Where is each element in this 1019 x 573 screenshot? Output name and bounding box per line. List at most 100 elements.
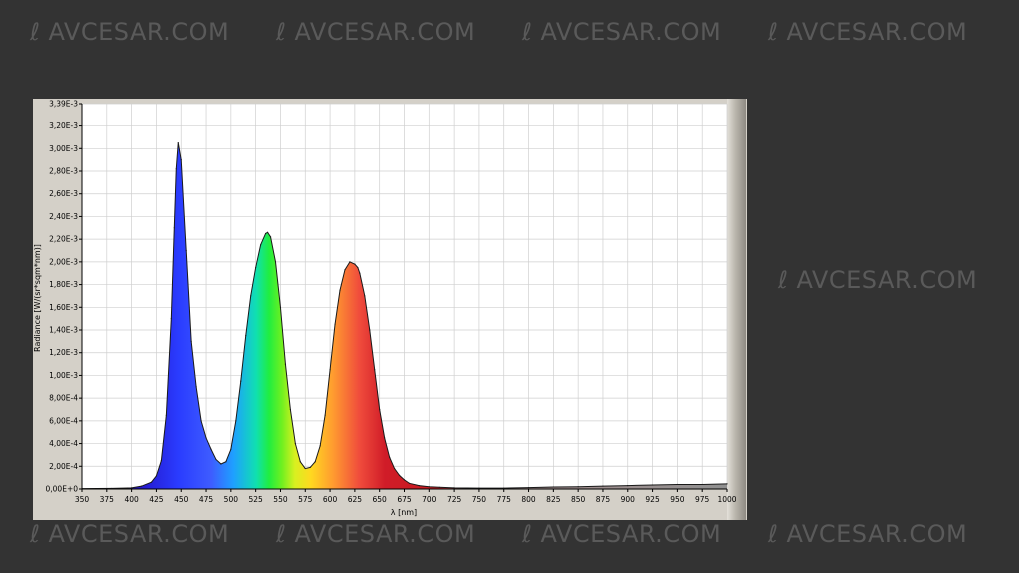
spectrum-point bbox=[379, 408, 381, 411]
spectrum-point bbox=[284, 363, 287, 365]
spectrum-point bbox=[240, 380, 242, 382]
x-tick-label: 750 bbox=[472, 495, 487, 504]
spectrum-point bbox=[180, 159, 182, 161]
spectrum-point bbox=[205, 437, 207, 439]
y-tick-label: 4,00E-4 bbox=[49, 439, 78, 448]
spectrum-point bbox=[299, 461, 301, 463]
spectrum-point bbox=[260, 244, 262, 246]
spectrum-point bbox=[384, 437, 386, 439]
spectrum-point bbox=[266, 231, 269, 233]
spectrum-point bbox=[279, 306, 282, 308]
x-tick-label: 675 bbox=[397, 495, 412, 504]
spectrum-point bbox=[195, 386, 197, 388]
x-tick-label: 725 bbox=[447, 495, 462, 504]
x-tick-label: 625 bbox=[348, 495, 363, 504]
spectrum-point bbox=[235, 420, 237, 422]
x-tick-label: 825 bbox=[546, 495, 561, 504]
x-tick-label: 525 bbox=[248, 495, 263, 504]
spectrum-point bbox=[255, 266, 257, 269]
spectrum-point bbox=[369, 329, 371, 331]
y-tick-label: 1,80E-3 bbox=[49, 280, 78, 289]
spectrum-point bbox=[428, 486, 430, 488]
x-tick-label: 425 bbox=[149, 495, 164, 504]
spectrum-point bbox=[393, 467, 396, 470]
y-tick-label: 2,60E-3 bbox=[49, 189, 78, 198]
x-tick-label: 975 bbox=[695, 495, 710, 504]
spectrum-point bbox=[220, 463, 222, 465]
spectrum-point bbox=[374, 369, 376, 371]
spectrum-point bbox=[726, 483, 728, 485]
spectrum-chart: 350 375 400 425 450 475 500 525 550 575 600 625 650 6… bbox=[33, 100, 737, 518]
x-tick-label: 775 bbox=[497, 495, 512, 504]
x-tick-label: 450 bbox=[174, 495, 189, 504]
x-tick-label: 950 bbox=[670, 495, 685, 504]
y-tick-label: 3,39E-3 bbox=[49, 100, 78, 109]
spectrum-point bbox=[131, 487, 133, 489]
y-tick-label: 2,00E-3 bbox=[49, 257, 78, 266]
x-tick-label: 875 bbox=[596, 495, 611, 504]
y-axis-label: Radiance [W/(sr*sqm*nm)] bbox=[33, 244, 42, 352]
spectrum-point bbox=[314, 461, 316, 463]
spectrum-point bbox=[264, 232, 267, 235]
spectrum-point bbox=[552, 486, 554, 488]
y-tick-label: 1,60E-3 bbox=[49, 303, 78, 312]
spectrum-point bbox=[324, 414, 326, 416]
x-tick-label: 700 bbox=[422, 495, 437, 504]
spectrum-point bbox=[177, 142, 179, 144]
spectrum-point bbox=[289, 408, 291, 411]
spectrum-point bbox=[165, 414, 167, 416]
spectrum-point bbox=[627, 484, 629, 487]
x-tick-label: 600 bbox=[323, 495, 338, 504]
spectrum-point bbox=[344, 269, 346, 271]
x-tick-label: 375 bbox=[100, 495, 115, 504]
x-axis-label: λ [nm] bbox=[391, 508, 417, 517]
spectrum-point bbox=[185, 249, 187, 252]
x-tick-label: 350 bbox=[75, 495, 90, 504]
spectrum-point bbox=[250, 295, 252, 297]
x-tick-label: 800 bbox=[521, 495, 536, 504]
y-tick-label: 0,00E+0 bbox=[46, 485, 79, 494]
x-tick-label: 900 bbox=[621, 495, 636, 504]
x-tick-label: 475 bbox=[199, 495, 214, 504]
spectrum-point bbox=[319, 445, 321, 447]
spectrum-point bbox=[160, 460, 162, 462]
spectrum-point bbox=[349, 261, 351, 263]
y-tick-label: 1,00E-3 bbox=[49, 371, 78, 380]
spectrum-point bbox=[527, 487, 530, 489]
x-tick-label: 550 bbox=[273, 495, 288, 504]
spectrum-point bbox=[408, 482, 411, 484]
spectrum-point bbox=[150, 481, 153, 483]
x-tick-label: 850 bbox=[571, 495, 586, 504]
spectrum-point bbox=[274, 261, 277, 263]
y-tick-label: 2,00E-4 bbox=[49, 462, 78, 471]
spectrum-point bbox=[200, 420, 202, 422]
x-tick-label: 575 bbox=[298, 495, 313, 504]
spectrum-point bbox=[170, 318, 172, 320]
spectrum-point bbox=[354, 263, 356, 265]
spectrum-point bbox=[140, 485, 143, 487]
spectrum-point bbox=[453, 487, 455, 489]
spectrum-point bbox=[364, 295, 366, 297]
y-tick-label: 2,40E-3 bbox=[49, 212, 78, 221]
y-tick-label: 2,80E-3 bbox=[49, 167, 78, 176]
spectrum-point bbox=[389, 456, 391, 458]
spectrum-point bbox=[676, 483, 678, 486]
y-tick-label: 6,00E-4 bbox=[49, 416, 78, 425]
spectrum-point bbox=[304, 467, 306, 470]
spectrum-point bbox=[602, 485, 604, 487]
spectrum-point bbox=[359, 272, 361, 274]
spectrum-point bbox=[294, 442, 296, 445]
y-tick-label: 8,00E-4 bbox=[49, 394, 78, 403]
spectrum-point bbox=[309, 466, 311, 469]
spectrum-point bbox=[269, 236, 272, 238]
y-tick-label: 3,00E-3 bbox=[49, 144, 78, 153]
spectrum-point bbox=[339, 289, 341, 291]
spectrum-point bbox=[155, 475, 158, 477]
y-tick-label: 3,20E-3 bbox=[49, 121, 78, 130]
x-axis: 350 375 400 425 450 475 500 525 550 575 600 625 650 6… bbox=[75, 489, 737, 504]
x-tick-label: 1000 bbox=[717, 495, 736, 504]
spectrum-point bbox=[398, 474, 401, 476]
x-tick-label: 500 bbox=[224, 495, 239, 504]
spectrum-point bbox=[190, 340, 192, 342]
spectrum-point bbox=[215, 458, 217, 461]
